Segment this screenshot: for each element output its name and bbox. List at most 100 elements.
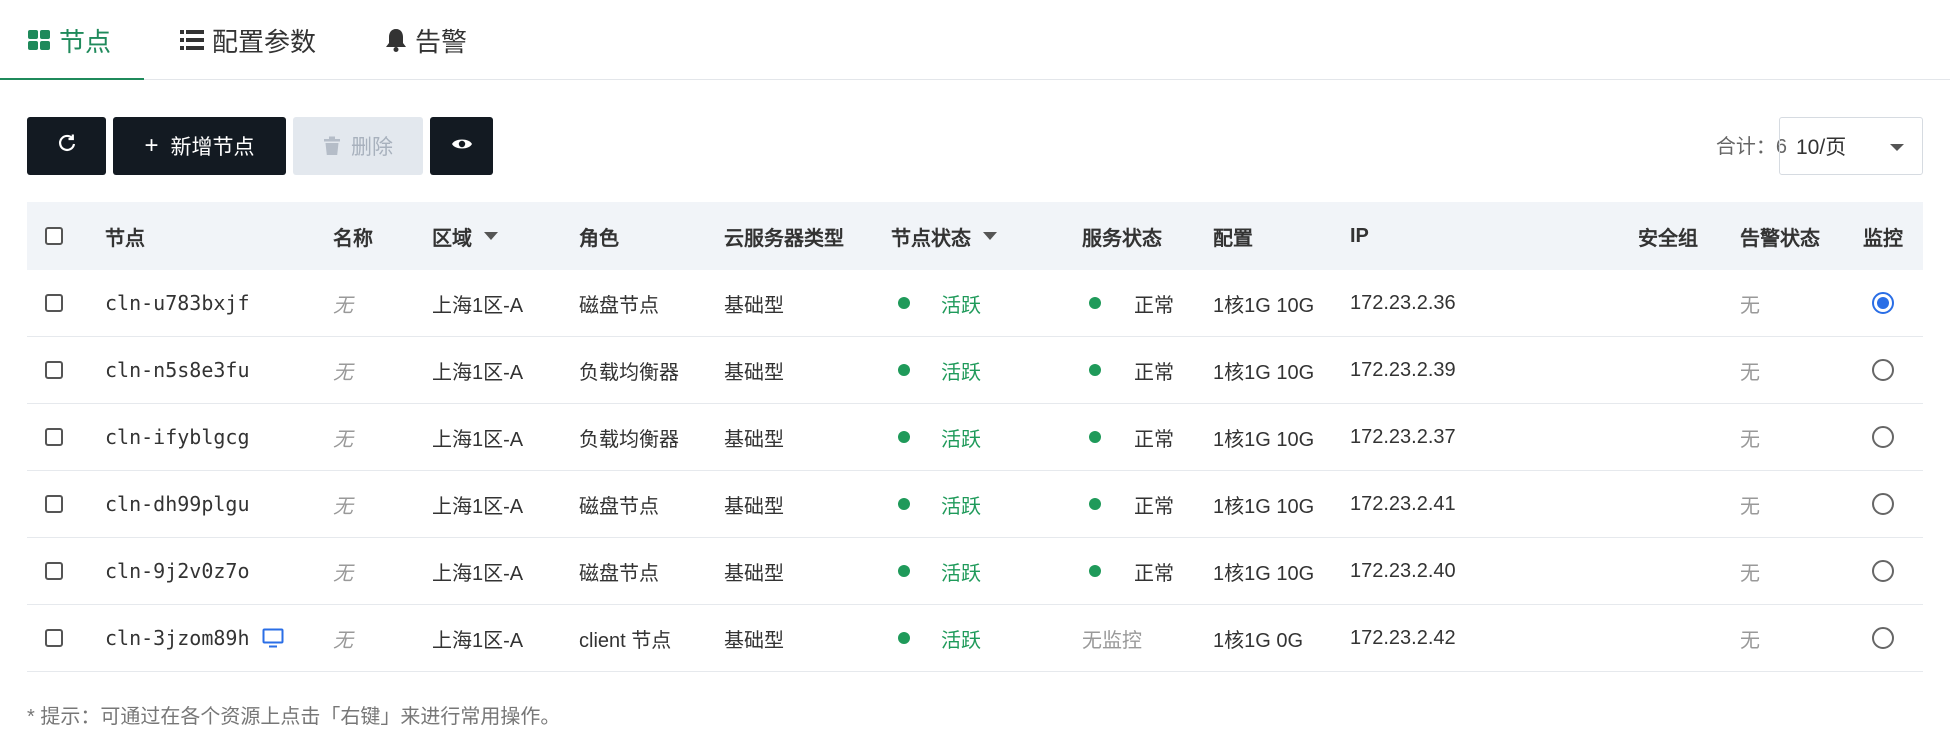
- node-id[interactable]: cln-ifyblgcg: [105, 404, 250, 470]
- row-checkbox[interactable]: [45, 562, 63, 580]
- trash-icon: [323, 136, 341, 156]
- node-status: 活跃: [941, 562, 981, 585]
- service-status: 正常: [1134, 294, 1174, 317]
- view-toggle-button[interactable]: [430, 117, 493, 175]
- header-alert-status: 告警状态: [1740, 227, 1820, 250]
- node-status-dot: [898, 605, 910, 671]
- service-status: 无监控: [1082, 629, 1142, 652]
- node-role: 负载均衡器: [579, 428, 679, 451]
- nodes-table: 节点 名称 区域 角色 云服务器类型 节点状态 服务状态 配置 IP 安全组 告…: [27, 202, 1923, 672]
- header-node-status[interactable]: 节点状态: [891, 202, 997, 270]
- table-row[interactable]: cln-dh99plgu 无 上海1区-A 磁盘节点 基础型 活跃 正常 1核1…: [27, 471, 1923, 538]
- refresh-button[interactable]: [27, 117, 106, 175]
- node-id[interactable]: cln-dh99plgu: [105, 471, 250, 537]
- header-service-status: 服务状态: [1082, 227, 1162, 250]
- eye-icon: [451, 134, 473, 158]
- monitor-radio[interactable]: [1872, 627, 1894, 649]
- node-server-type: 基础型: [724, 428, 784, 451]
- table-row[interactable]: cln-9j2v0z7o 无 上海1区-A 磁盘节点 基础型 活跃 正常 1核1…: [27, 538, 1923, 605]
- filter-caret-icon[interactable]: [983, 232, 997, 240]
- page-size-value: 10/页: [1796, 136, 1847, 159]
- node-id[interactable]: cln-3jzom89h: [105, 626, 250, 650]
- node-status: 活跃: [941, 428, 981, 451]
- node-name: 无: [333, 428, 353, 451]
- table-row[interactable]: cln-ifyblgcg 无 上海1区-A 负载均衡器 基础型 活跃 正常 1核…: [27, 404, 1923, 471]
- row-checkbox[interactable]: [45, 428, 63, 446]
- node-config: 1核1G 10G: [1213, 361, 1315, 384]
- alert-status: 无: [1740, 361, 1760, 384]
- monitor-radio[interactable]: [1872, 560, 1894, 582]
- header-role: 角色: [579, 227, 619, 250]
- delete-button[interactable]: 删除: [293, 117, 423, 175]
- node-status: 活跃: [941, 294, 981, 317]
- row-checkbox[interactable]: [45, 361, 63, 379]
- monitor-radio[interactable]: [1872, 359, 1894, 381]
- node-ip: 172.23.2.40: [1350, 559, 1456, 582]
- node-role: 磁盘节点: [579, 562, 659, 585]
- tab-alerts[interactable]: 告警: [385, 0, 467, 80]
- row-checkbox[interactable]: [45, 495, 63, 513]
- row-checkbox[interactable]: [45, 629, 63, 647]
- node-status: 活跃: [941, 495, 981, 518]
- node-id[interactable]: cln-u783bxjf: [105, 270, 250, 336]
- service-status: 正常: [1134, 495, 1174, 518]
- service-status-dot: [1089, 337, 1101, 403]
- node-status-dot: [898, 471, 910, 537]
- node-ip: 172.23.2.41: [1350, 492, 1456, 515]
- header-node-status-label: 节点状态: [891, 227, 971, 250]
- node-name: 无: [333, 629, 353, 652]
- chevron-down-icon: [1890, 144, 1904, 151]
- service-status: 正常: [1134, 562, 1174, 585]
- service-status: 正常: [1134, 428, 1174, 451]
- node-server-type: 基础型: [724, 294, 784, 317]
- select-all-checkbox[interactable]: [45, 227, 63, 245]
- header-region-label: 区域: [432, 227, 472, 250]
- node-role: 磁盘节点: [579, 294, 659, 317]
- node-config: 1核1G 10G: [1213, 562, 1315, 585]
- header-ip: IP: [1350, 224, 1369, 247]
- add-node-label: 新增节点: [170, 136, 255, 159]
- tab-label: 告警: [415, 26, 468, 57]
- delete-label: 删除: [351, 136, 393, 159]
- total-count: 合计：6: [1715, 136, 1787, 158]
- node-id[interactable]: cln-9j2v0z7o: [105, 538, 250, 604]
- service-status: 正常: [1134, 361, 1174, 384]
- node-role: 磁盘节点: [579, 495, 659, 518]
- alert-status: 无: [1740, 428, 1760, 451]
- node-config: 1核1G 10G: [1213, 495, 1315, 518]
- refresh-icon: [57, 133, 77, 159]
- node-ip: 172.23.2.37: [1350, 425, 1456, 448]
- header-monitor: 监控: [1863, 227, 1903, 250]
- node-id[interactable]: cln-n5s8e3fu: [105, 337, 250, 403]
- table-row[interactable]: cln-3jzom89h 无 上海1区-A client 节点 基础型 活跃 无…: [27, 605, 1923, 672]
- tab-nodes[interactable]: 节点: [27, 0, 111, 80]
- tab-config-params[interactable]: 配置参数: [180, 0, 316, 80]
- service-status-dot: [1089, 404, 1101, 470]
- monitor-radio[interactable]: [1872, 426, 1894, 448]
- node-region: 上海1区-A: [432, 361, 524, 384]
- add-node-button[interactable]: + 新增节点: [113, 117, 286, 175]
- node-region: 上海1区-A: [432, 629, 524, 652]
- table-header: 节点 名称 区域 角色 云服务器类型 节点状态 服务状态 配置 IP 安全组 告…: [27, 202, 1923, 270]
- table-row[interactable]: cln-n5s8e3fu 无 上海1区-A 负载均衡器 基础型 活跃 正常 1核…: [27, 337, 1923, 404]
- header-region[interactable]: 区域: [432, 202, 498, 270]
- row-checkbox[interactable]: [45, 294, 63, 312]
- header-config: 配置: [1213, 227, 1253, 250]
- page-size-select[interactable]: 10/页: [1779, 117, 1923, 175]
- grid-icon: [27, 28, 51, 52]
- tab-label: 节点: [59, 26, 112, 57]
- monitor-radio[interactable]: [1872, 292, 1894, 314]
- filter-caret-icon[interactable]: [484, 232, 498, 240]
- node-role: client 节点: [579, 629, 672, 652]
- node-config: 1核1G 0G: [1213, 629, 1304, 652]
- node-status-dot: [898, 337, 910, 403]
- tab-bar: 节点 配置参数 告警: [0, 0, 1950, 80]
- node-ip: 172.23.2.36: [1350, 291, 1456, 314]
- monitor-screen-icon: [262, 628, 284, 648]
- node-region: 上海1区-A: [432, 428, 524, 451]
- monitor-radio[interactable]: [1872, 493, 1894, 515]
- table-row[interactable]: cln-u783bxjf 无 上海1区-A 磁盘节点 基础型 活跃 正常 1核1…: [27, 270, 1923, 337]
- node-ip: 172.23.2.39: [1350, 358, 1456, 381]
- tab-label: 配置参数: [212, 26, 317, 57]
- active-tab-indicator: [0, 78, 144, 80]
